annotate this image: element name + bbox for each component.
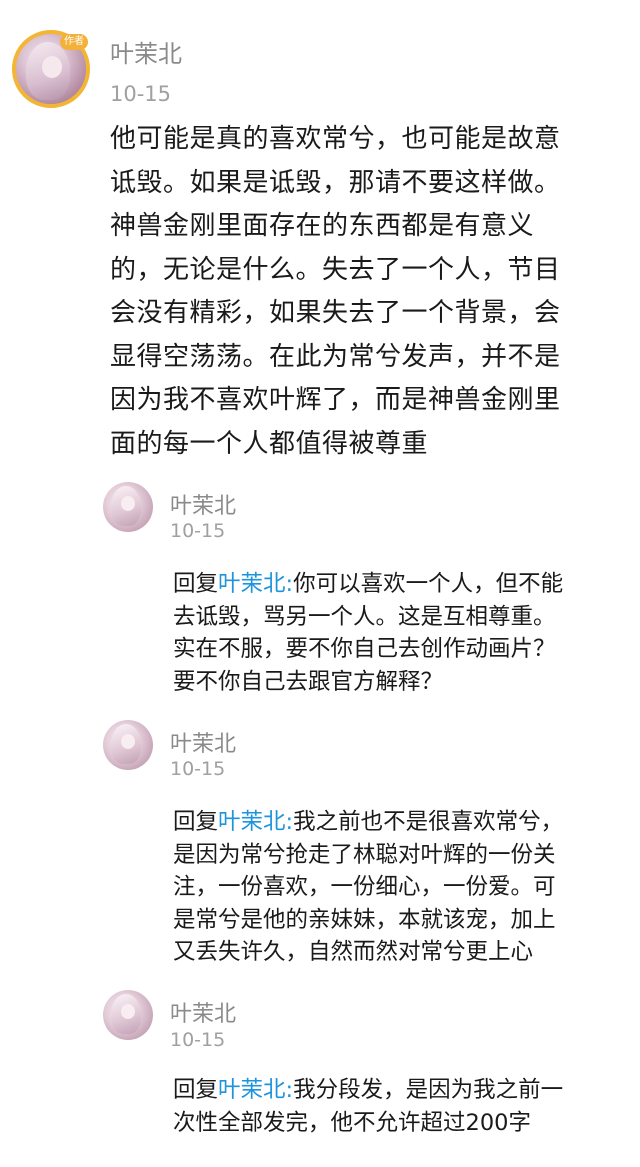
- reply-date: 10-15: [170, 1029, 226, 1051]
- comment-line: 诋毁。如果是诋毁，那请不要这样做。: [110, 167, 561, 198]
- reply-body: 回复叶茉北:你可以喜欢一个人，但不能 去诋毁，骂另一个人。这是互相尊重。 实在不…: [173, 568, 633, 698]
- comment-line: 神兽金刚里面存在的东西都是有意义: [110, 211, 535, 241]
- reply-line: 实在不服，要不你自己去创作动画片？: [173, 636, 556, 662]
- reply-avatar[interactable]: [103, 990, 153, 1040]
- comment-line: 显得空荡荡。在此为常兮发声，并不是: [110, 341, 561, 372]
- reply-line: 我分段发，是因为我之前一: [293, 1077, 564, 1103]
- reply-mention-link[interactable]: 叶茉北:: [218, 571, 293, 597]
- comment-line: 他可能是真的喜欢常兮，也可能是故意: [110, 124, 561, 154]
- reply-mention-link[interactable]: 叶茉北:: [218, 809, 293, 835]
- reply-prefix: 回复: [173, 571, 219, 597]
- reply-line: 去诋毁，骂另一个人。这是互相尊重。: [173, 603, 556, 630]
- reply-line: 又丢失许久，自然而然对常兮更上心: [173, 939, 534, 965]
- reply-prefix: 回复: [173, 1077, 219, 1103]
- reply-username[interactable]: 叶茉北: [170, 488, 236, 520]
- reply-line: 注，一份喜欢，一份细心，一份爱。可: [173, 874, 556, 900]
- avatar-face-shape: [121, 496, 135, 511]
- reply-line: 要不你自己去跟官方解释？: [173, 668, 444, 695]
- reply-date: 10-15: [170, 520, 226, 542]
- comment-line: 的，无论是什么。失去了一个人，节目: [110, 254, 561, 285]
- comment-line: 面的每一个人都值得被尊重: [110, 428, 429, 459]
- reply-first-line: 回复叶茉北:我分段发，是因为我之前一: [173, 1074, 633, 1107]
- reply-line: 是因为常兮抢走了林聪对叶辉的一份关: [173, 841, 556, 868]
- reply-body: 回复叶茉北:我之前也不是很喜欢常兮， 是因为常兮抢走了林聪对叶辉的一份关 注，一…: [173, 806, 633, 969]
- comment-line: 会没有精彩，如果失去了一个背景，会: [110, 298, 561, 328]
- reply-line: 你可以喜欢一个人，但不能: [293, 571, 564, 597]
- comment-line: 因为我不喜欢叶辉了，而是神兽金刚里: [110, 385, 561, 415]
- avatar-face-shape: [121, 734, 135, 749]
- avatar-face-shape: [42, 56, 62, 78]
- comment-date: 10-15: [110, 82, 172, 106]
- reply-avatar[interactable]: [103, 720, 153, 770]
- reply-first-line: 回复叶茉北:你可以喜欢一个人，但不能: [173, 568, 633, 601]
- comment-username[interactable]: 叶茉北: [110, 34, 182, 69]
- reply-line: 次性全部发完，他不允许超过200字: [173, 1109, 531, 1136]
- reply-first-line: 回复叶茉北:我之前也不是很喜欢常兮，: [173, 806, 633, 839]
- reply-avatar[interactable]: [103, 482, 153, 532]
- reply-username[interactable]: 叶茉北: [170, 996, 236, 1028]
- reply-line: 是常兮是他的亲妹妹，本就该宠，加上: [173, 906, 556, 933]
- avatar-face-shape: [121, 1004, 135, 1019]
- reply-body: 回复叶茉北:我分段发，是因为我之前一 次性全部发完，他不允许超过200字: [173, 1074, 633, 1139]
- reply-mention-link[interactable]: 叶茉北:: [218, 1077, 293, 1103]
- reply-username[interactable]: 叶茉北: [170, 726, 236, 758]
- reply-prefix: 回复: [173, 809, 219, 835]
- reply-line: 我之前也不是很喜欢常兮，: [293, 809, 564, 835]
- reply-date: 10-15: [170, 758, 226, 780]
- author-badge: 作者: [60, 34, 88, 50]
- comment-body: 他可能是真的喜欢常兮，也可能是故意 诋毁。如果是诋毁，那请不要这样做。 神兽金刚…: [110, 118, 620, 466]
